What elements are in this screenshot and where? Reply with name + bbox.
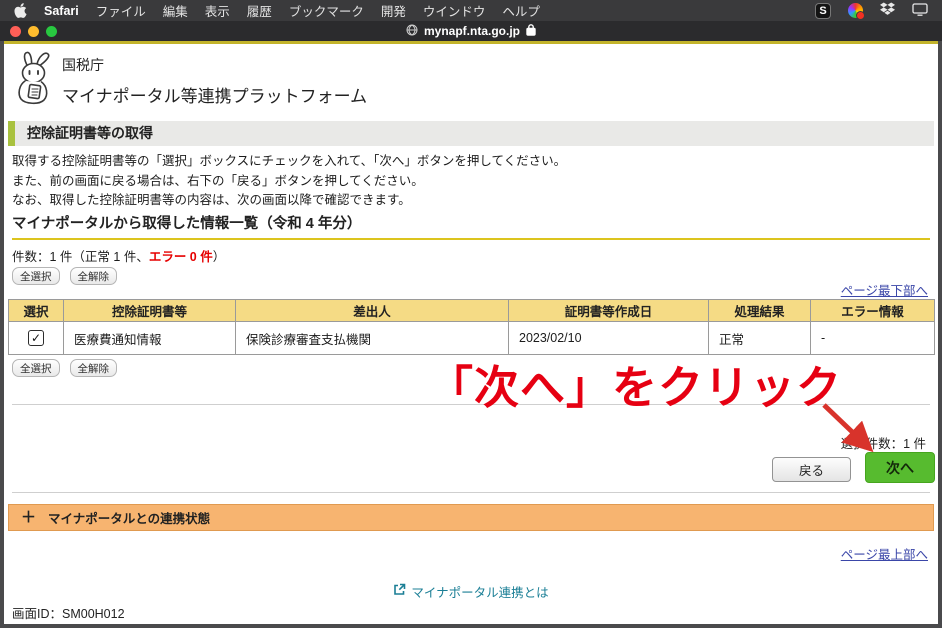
apple-logo-icon[interactable] — [14, 3, 27, 18]
macos-menubar: Safari ファイル 編集 表示 履歴 ブックマーク 開発 ウインドウ ヘルプ… — [0, 0, 942, 21]
list-section-title: マイナポータルから取得した情報一覧（令和 4 年分） — [12, 212, 930, 240]
page-top-accent-line — [4, 41, 938, 44]
about-myna-portal-link[interactable]: マイナポータル連携とは — [411, 582, 548, 601]
select-cell: ✓ — [9, 322, 64, 355]
page-title: 控除証明書等の取得 — [8, 121, 934, 146]
row-select-checkbox[interactable]: ✓ — [28, 330, 44, 346]
screen-id: 画面ID：SM00H012 — [12, 603, 125, 622]
instruction-line-1: 取得する控除証明書等の「選択」ボックスにチェックを入れて、「次へ」ボタンを押して… — [12, 152, 566, 172]
nta-rabbit-mascot-logo — [12, 50, 58, 108]
menu-window[interactable]: ウインドウ — [423, 1, 486, 20]
address-bar[interactable]: mynapf.nta.go.jp — [406, 23, 536, 39]
maximize-window-button[interactable] — [46, 26, 57, 37]
external-link-icon — [393, 583, 406, 601]
annotation-arrow-icon — [810, 399, 884, 459]
window-controls — [10, 26, 57, 37]
bulk-select-row-bottom: 全選択 全解除 — [12, 359, 117, 377]
clear-all-button[interactable]: 全解除 — [70, 267, 118, 285]
count-suffix-text: ） — [213, 250, 226, 264]
lock-icon — [526, 23, 536, 39]
menu-history[interactable]: 履歴 — [247, 1, 272, 20]
click-next-annotation: 「次へ」をクリック — [428, 351, 842, 416]
table-row: ✓ 医療費通知情報 保険診療審査支払機関 2023/02/10 正常 - — [9, 322, 935, 355]
accordion-label: マイナポータルとの連携状態 — [48, 508, 210, 527]
dropbox-icon[interactable] — [880, 2, 895, 19]
count-error-text: エラー 0 件 — [149, 250, 213, 264]
table-header-row: 選択 控除証明書等 差出人 証明書等作成日 処理結果 エラー情報 — [9, 300, 935, 322]
col-result: 処理結果 — [709, 300, 811, 322]
back-button[interactable]: 戻る — [772, 457, 851, 482]
date-cell: 2023/02/10 — [509, 322, 709, 355]
col-certificate: 控除証明書等 — [64, 300, 236, 322]
record-count: 件数：1 件（正常 1 件、エラー 0 件） — [12, 246, 225, 265]
s-app-icon[interactable]: S — [815, 3, 831, 19]
color-wheel-notification-icon[interactable] — [848, 3, 863, 18]
menu-bookmarks[interactable]: ブックマーク — [289, 1, 364, 20]
certificate-cell: 医療費通知情報 — [64, 322, 236, 355]
to-page-bottom-link[interactable]: ページ最下部へ — [841, 280, 928, 299]
menu-file[interactable]: ファイル — [96, 1, 146, 20]
result-cell: 正常 — [709, 322, 811, 355]
url-text: mynapf.nta.go.jp — [424, 24, 520, 38]
menubar-status-icons: S — [815, 2, 928, 19]
menu-edit[interactable]: 編集 — [163, 1, 188, 20]
menu-view[interactable]: 表示 — [205, 1, 230, 20]
to-page-top-link[interactable]: ページ最上部へ — [841, 544, 928, 563]
col-error-info: エラー情報 — [811, 300, 935, 322]
menu-develop[interactable]: 開発 — [381, 1, 406, 20]
select-all-button-bottom[interactable]: 全選択 — [12, 359, 60, 377]
webpage: 国税庁 マイナポータル等連携プラットフォーム 控除証明書等の取得 取得する控除証… — [4, 41, 938, 624]
globe-icon — [406, 24, 418, 39]
plus-icon: ＋ — [21, 510, 36, 525]
menu-help[interactable]: ヘルプ — [502, 1, 540, 20]
instruction-line-2: また、前の画面に戻る場合は、右下の「戻る」ボタンを押してください。 — [12, 172, 566, 192]
count-normal-text: 件数：1 件（正常 1 件、 — [12, 250, 149, 264]
safari-titlebar: mynapf.nta.go.jp — [0, 21, 942, 41]
error-cell: - — [811, 322, 935, 355]
sender-cell: 保険診療審査支払機関 — [236, 322, 509, 355]
certificates-table: 選択 控除証明書等 差出人 証明書等作成日 処理結果 エラー情報 ✓ 医療費通知… — [8, 299, 935, 355]
close-window-button[interactable] — [10, 26, 21, 37]
col-select: 選択 — [9, 300, 64, 322]
col-created-date: 証明書等作成日 — [509, 300, 709, 322]
select-all-button[interactable]: 全選択 — [12, 267, 60, 285]
about-link-row: マイナポータル連携とは — [4, 582, 938, 601]
bulk-select-row-top: 全選択 全解除 — [12, 267, 117, 285]
col-sender: 差出人 — [236, 300, 509, 322]
clear-all-button-bottom[interactable]: 全解除 — [70, 359, 118, 377]
myna-portal-status-accordion[interactable]: ＋ マイナポータルとの連携状態 — [8, 504, 934, 531]
divider-line-2 — [12, 492, 930, 493]
display-icon[interactable] — [912, 3, 928, 19]
instruction-line-3: なお、取得した控除証明書等の内容は、次の画面以降で確認できます。 — [12, 191, 566, 211]
menu-app-name[interactable]: Safari — [44, 4, 79, 18]
minimize-window-button[interactable] — [28, 26, 39, 37]
instructions-text: 取得する控除証明書等の「選択」ボックスにチェックを入れて、「次へ」ボタンを押して… — [12, 152, 566, 211]
service-name: マイナポータル等連携プラットフォーム — [62, 82, 367, 107]
agency-name: 国税庁 — [62, 55, 104, 75]
